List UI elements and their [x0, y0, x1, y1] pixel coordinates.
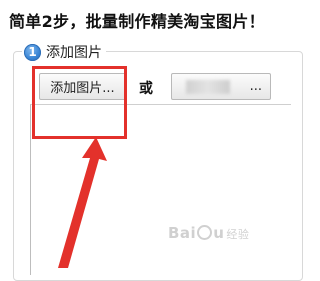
watermark-text-right: u: [213, 224, 225, 242]
secondary-button-ellipsis: ...: [249, 79, 262, 94]
watermark-text-left: Bai: [168, 224, 197, 242]
watermark-paw-icon: [197, 225, 213, 240]
watermark-text-sub: 经验: [226, 228, 250, 241]
blurred-label: [186, 80, 230, 94]
step-number-badge: 1: [24, 43, 41, 61]
panel-header: 1 添加图片: [22, 42, 106, 62]
secondary-add-button[interactable]: ...: [171, 73, 271, 100]
page-title: 简单2步，批量制作精美淘宝图片！: [9, 12, 265, 31]
panel-title: 添加图片: [46, 45, 102, 61]
highlight-box: [32, 66, 127, 139]
or-label: 或: [139, 81, 153, 97]
baidu-watermark: Bai u 经验: [168, 224, 249, 242]
